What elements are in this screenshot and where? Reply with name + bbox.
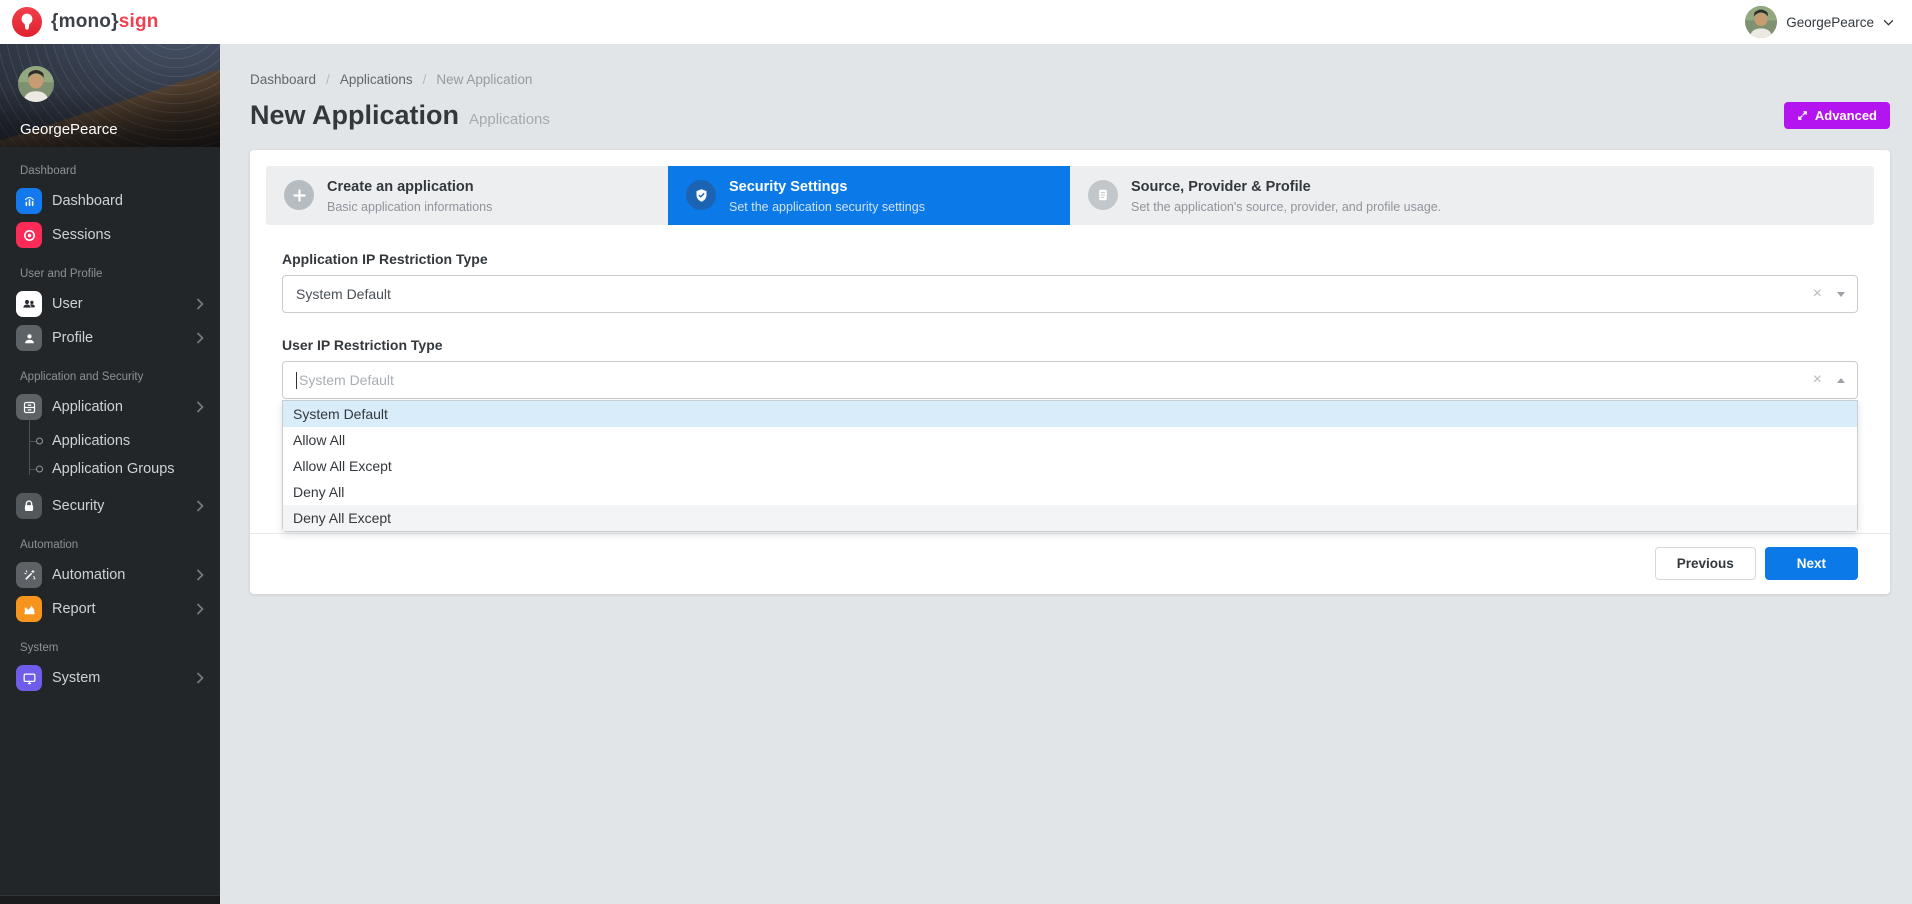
person-icon	[16, 325, 42, 351]
user-ip-restriction-options: System Default Allow All Allow All Excep…	[282, 400, 1858, 532]
monosign-logo-icon	[12, 7, 42, 37]
sidebar-item-application-groups[interactable]: Application Groups	[0, 455, 220, 483]
breadcrumb-separator: /	[422, 72, 427, 87]
chevron-right-icon	[196, 332, 204, 344]
wizard-footer: Previous Next	[250, 533, 1890, 594]
wizard-steps: Create an application Basic application …	[266, 166, 1874, 225]
application-ip-restriction-label: Application IP Restriction Type	[282, 251, 488, 267]
lock-icon	[16, 493, 42, 519]
sidebar-item-report[interactable]: Report	[0, 592, 220, 626]
page-title: New Application	[250, 100, 460, 130]
clear-icon[interactable]: ×	[1813, 286, 1822, 302]
clear-icon[interactable]: ×	[1813, 372, 1822, 388]
archive-icon	[16, 394, 42, 420]
sidebar-item-dashboard[interactable]: Dashboard	[0, 184, 220, 218]
option-deny-all[interactable]: Deny All	[283, 479, 1857, 505]
page-subtitle: Applications	[469, 111, 550, 128]
chevron-down-icon[interactable]	[1837, 291, 1845, 297]
text-cursor	[296, 371, 297, 389]
plus-icon	[284, 180, 314, 210]
brand-logo[interactable]: {mono}sign	[12, 7, 159, 37]
select-search-input[interactable]	[299, 362, 1813, 398]
option-system-default[interactable]: System Default	[283, 401, 1857, 427]
sidebar-item-automation[interactable]: Automation	[0, 558, 220, 592]
next-button[interactable]: Next	[1764, 547, 1858, 580]
bullet-icon	[36, 465, 43, 473]
breadcrumb: Dashboard / Applications / New Applicati…	[250, 72, 1890, 87]
profile-avatar	[18, 66, 54, 102]
sidebar-item-security[interactable]: Security	[0, 489, 220, 523]
user-menu[interactable]: GeorgePearce	[1745, 6, 1894, 38]
chevron-right-icon	[196, 298, 204, 310]
selected-value: System Default	[296, 286, 391, 302]
user-name: GeorgePearce	[1786, 14, 1874, 30]
monitor-icon	[16, 665, 42, 691]
sidebar-nav: Dashboard Dashboard Sessions User and Pr…	[0, 147, 220, 895]
security-settings-form: Application IP Restriction Type System D…	[266, 225, 1874, 532]
sidebar-footer	[0, 895, 220, 904]
report-icon	[16, 596, 42, 622]
chevron-right-icon	[196, 569, 204, 581]
chart-icon	[16, 188, 42, 214]
wizard-step-create-application[interactable]: Create an application Basic application …	[266, 166, 668, 225]
user-ip-restriction-label: User IP Restriction Type	[282, 337, 443, 353]
nav-section-user-profile: User and Profile	[20, 268, 103, 280]
bullet-icon	[36, 437, 43, 445]
sidebar-profile: GeorgePearce	[0, 44, 220, 147]
wizard-step-security-settings[interactable]: Security Settings Set the application se…	[668, 166, 1070, 225]
breadcrumb-applications[interactable]: Applications	[340, 72, 413, 87]
record-icon	[16, 222, 42, 248]
previous-button[interactable]: Previous	[1654, 547, 1756, 580]
breadcrumb-dashboard[interactable]: Dashboard	[250, 72, 316, 87]
sidebar: GeorgePearce Dashboard Dashboard Session…	[0, 44, 220, 904]
option-deny-all-except[interactable]: Deny All Except	[283, 505, 1857, 531]
sidebar-item-sessions[interactable]: Sessions	[0, 218, 220, 252]
option-allow-all-except[interactable]: Allow All Except	[283, 453, 1857, 479]
application-subtree: Applications Application Groups	[0, 419, 220, 489]
nav-section-system: System	[20, 642, 59, 654]
sidebar-item-user[interactable]: User	[0, 287, 220, 321]
user-ip-restriction-select[interactable]: ×	[282, 361, 1858, 399]
users-icon	[16, 291, 42, 317]
sidebar-item-system[interactable]: System	[0, 661, 220, 695]
chevron-up-icon[interactable]	[1837, 377, 1845, 383]
brand-wordmark: {mono}sign	[51, 11, 159, 32]
file-icon	[1088, 180, 1118, 210]
chevron-right-icon	[196, 603, 204, 615]
nav-section-automation: Automation	[20, 539, 79, 551]
sidebar-item-application[interactable]: Application	[0, 390, 220, 424]
sidebar-item-profile[interactable]: Profile	[0, 321, 220, 355]
main-content: Dashboard / Applications / New Applicati…	[220, 44, 1912, 904]
option-allow-all[interactable]: Allow All	[283, 427, 1857, 453]
wizard-card: Create an application Basic application …	[250, 150, 1890, 594]
shield-check-icon	[686, 180, 716, 210]
nav-section-dashboard: Dashboard	[20, 165, 77, 177]
wizard-step-source-provider-profile[interactable]: Source, Provider & Profile Set the appli…	[1070, 166, 1472, 225]
topbar: {mono}sign GeorgePearce	[0, 0, 1912, 44]
chevron-right-icon	[196, 500, 204, 512]
chevron-right-icon	[196, 401, 204, 413]
application-ip-restriction-select[interactable]: System Default ×	[282, 275, 1858, 313]
user-avatar	[1745, 6, 1778, 38]
expand-arrows-icon	[1797, 110, 1808, 121]
wand-icon	[16, 562, 42, 588]
breadcrumb-separator: /	[326, 72, 330, 87]
advanced-button[interactable]: Advanced	[1783, 102, 1890, 129]
breadcrumb-current: New Application	[436, 72, 533, 87]
page-heading: New Application Applications	[250, 100, 550, 131]
profile-name: GeorgePearce	[20, 121, 118, 138]
chevron-down-icon	[1883, 19, 1894, 26]
nav-section-application-security: Application and Security	[20, 371, 144, 383]
sidebar-item-applications[interactable]: Applications	[0, 427, 220, 455]
chevron-right-icon	[196, 672, 204, 684]
